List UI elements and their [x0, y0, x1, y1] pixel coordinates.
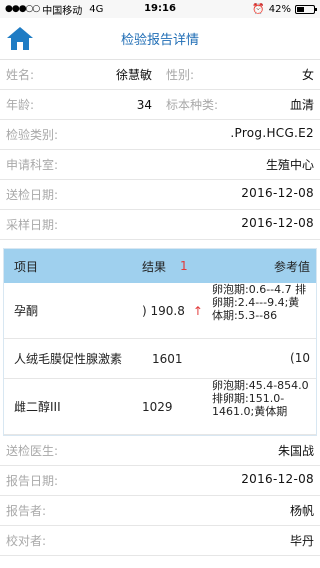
doctor-value: 朱国战: [277, 444, 314, 458]
nav-bar: 检验报告详情: [0, 18, 320, 60]
sample-value: 血清: [289, 98, 314, 112]
name-label: 姓名:: [6, 68, 35, 82]
gender-value: 女: [301, 68, 314, 82]
reporter-row: 报告者: 杨帆: [0, 496, 320, 526]
header-result-label: 结果: [142, 259, 167, 274]
age-label: 年龄:: [6, 98, 35, 112]
network-label: 4G: [89, 3, 104, 15]
header-item: 项目: [14, 259, 39, 274]
collect-date-label: 采样日期:: [6, 218, 59, 232]
sample-label: 标本种类:: [166, 98, 219, 112]
row-item: 人绒毛膜促性腺激素: [14, 352, 123, 366]
row-result: 1601: [148, 352, 212, 366]
send-date-label: 送检日期:: [6, 188, 59, 202]
row-result-value: ) 190.8: [142, 303, 185, 318]
age-sample-row: 年龄: 34 标本种类: 血清: [0, 90, 320, 120]
table-row[interactable]: 雌二醇III 1029 卵泡期:45.4-854.0 排卵期:151.0-146…: [4, 379, 316, 435]
reporter-value: 杨帆: [289, 504, 314, 518]
home-icon: [7, 27, 33, 50]
battery-percent: 42%: [268, 3, 291, 15]
doctor-label: 送检医生:: [6, 444, 59, 458]
category-value: .Prog.HCG.E2: [230, 126, 314, 140]
checker-row: 校对者: 毕丹: [0, 526, 320, 556]
home-button[interactable]: [6, 25, 34, 51]
dept-row: 申请科室: 生殖中心: [0, 150, 320, 180]
send-date-row: 送检日期: 2016-12-08: [0, 180, 320, 210]
dept-label: 申请科室:: [6, 158, 59, 172]
row-result-value: 1601: [152, 351, 183, 366]
category-row: 检验类别: .Prog.HCG.E2: [0, 120, 320, 150]
gender-label: 性别:: [166, 68, 195, 82]
results-table: 项目 结果 1 参考值 孕酮 ) 190.8 ↑ 卵泡期:0.6--4.7 排卵…: [3, 248, 317, 436]
battery-icon: [295, 4, 317, 14]
age-value: 34: [136, 97, 152, 112]
row-result: ) 190.8 ↑: [138, 304, 212, 318]
doctor-row: 送检医生: 朱国战: [0, 436, 320, 466]
report-date-label: 报告日期:: [6, 474, 59, 488]
alarm-icon: ⏰: [252, 3, 265, 15]
report-date-value: 2016-12-08: [241, 472, 314, 486]
row-item: 雌二醇III: [14, 400, 61, 414]
table-header: 项目 结果 1 参考值: [4, 249, 316, 283]
status-right: ⏰ 42%: [252, 3, 317, 15]
send-date-value: 2016-12-08: [241, 186, 314, 200]
row-reference: (10: [290, 352, 310, 365]
collect-date-value: 2016-12-08: [241, 216, 314, 230]
row-reference: 卵泡期:0.6--4.7 排卵期:2.4---9.4;黄体期:5.3--86: [212, 283, 307, 322]
up-arrow-icon: ↑: [192, 303, 203, 318]
row-item: 孕酮: [14, 304, 39, 318]
table-row[interactable]: 孕酮 ) 190.8 ↑ 卵泡期:0.6--4.7 排卵期:2.4---9.4;…: [4, 283, 316, 339]
row-result-value: 1029: [142, 399, 173, 414]
reporter-label: 报告者:: [6, 504, 47, 518]
row-result: 1029: [138, 400, 212, 414]
category-label: 检验类别:: [6, 128, 59, 142]
carrier-label: 中国移动: [42, 5, 83, 17]
status-left: ●●●○○ 中国移动 4G: [5, 2, 103, 17]
table-row[interactable]: 人绒毛膜促性腺激素 1601 (10: [4, 339, 316, 379]
checker-label: 校对者:: [6, 534, 47, 548]
page-title: 检验报告详情: [120, 33, 199, 48]
header-result: 结果 1: [138, 258, 212, 275]
abnormal-count-badge: 1: [180, 259, 188, 273]
row-reference: 卵泡期:45.4-854.0 排卵期:151.0-1461.0;黄体期: [212, 379, 309, 418]
name-gender-row: 姓名: 徐慧敏 性别: 女: [0, 60, 320, 90]
dept-value: 生殖中心: [265, 158, 314, 172]
name-value: 徐慧敏: [115, 68, 152, 82]
report-date-row: 报告日期: 2016-12-08: [0, 466, 320, 496]
header-reference: 参考值: [273, 259, 310, 274]
collect-date-row: 采样日期: 2016-12-08: [0, 210, 320, 240]
footer-info: 送检医生: 朱国战 报告日期: 2016-12-08 报告者: 杨帆 校对者: …: [0, 436, 320, 556]
signal-icon: ●●●○○: [5, 4, 40, 14]
checker-value: 毕丹: [289, 534, 314, 548]
status-bar: ●●●○○ 中国移动 4G 19:16 ⏰ 42%: [0, 0, 320, 18]
